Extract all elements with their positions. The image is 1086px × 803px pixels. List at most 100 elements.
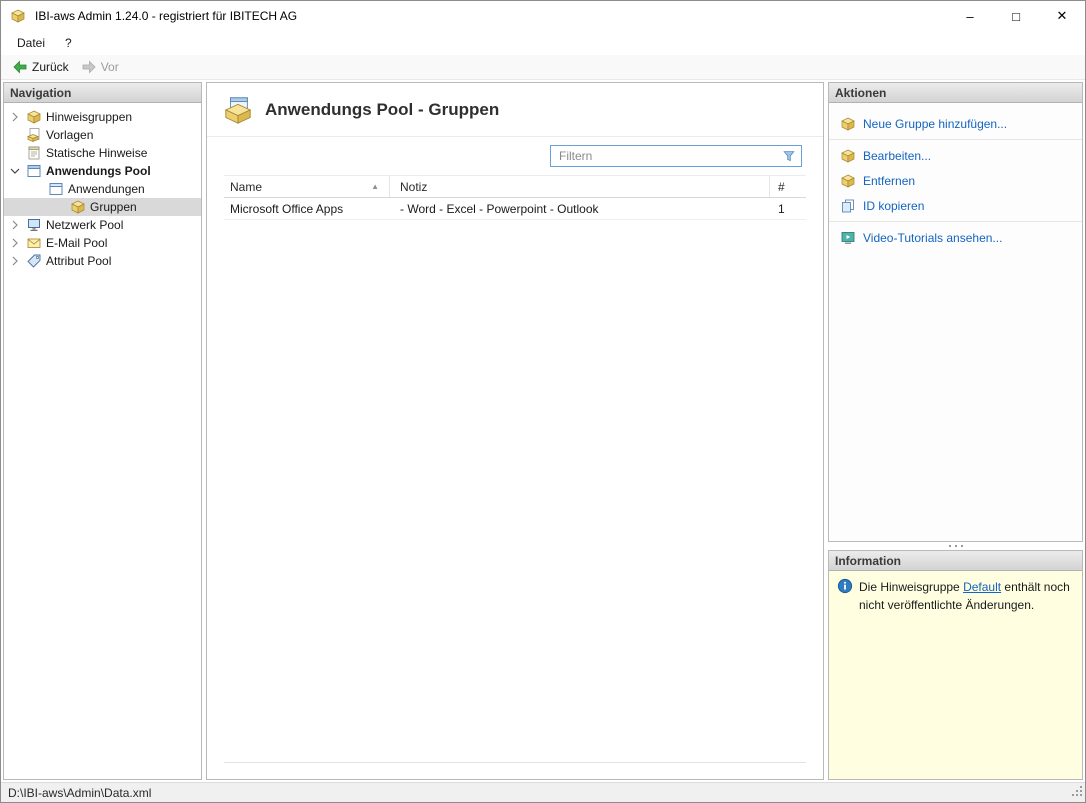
application-pool-icon [26, 163, 42, 179]
action-label: ID kopieren [863, 199, 924, 213]
attribute-pool-icon [26, 253, 42, 269]
chevron-right-icon[interactable] [8, 218, 22, 232]
maximize-button[interactable]: □ [993, 1, 1039, 31]
column-header-notiz[interactable]: Notiz [390, 176, 770, 197]
forward-arrow-icon [81, 59, 97, 75]
statusbar: D:\IBI-aws\Admin\Data.xml [1, 782, 1085, 802]
forward-button-label: Vor [101, 60, 119, 74]
column-header-label: # [778, 180, 785, 194]
action-video-tutorials[interactable]: Video-Tutorials ansehen... [829, 225, 1082, 250]
panel-splitter[interactable] [828, 542, 1083, 550]
menu-help[interactable]: ? [55, 31, 82, 55]
main-header: Anwendungs Pool - Gruppen [207, 83, 823, 137]
filter-box [550, 145, 802, 167]
nav-item-vorlagen[interactable]: Vorlagen [4, 126, 201, 144]
nav-item-label: Gruppen [90, 200, 137, 214]
forward-button[interactable]: Vor [75, 57, 125, 77]
actions-list: Neue Gruppe hinzufügen... Bearbeiten... [829, 103, 1082, 541]
filter-funnel-icon[interactable] [782, 149, 796, 163]
table-empty-area [224, 220, 806, 762]
actions-panel: Aktionen Neue Gruppe hinzufügen... [828, 82, 1083, 542]
chevron-right-icon[interactable] [8, 236, 22, 250]
applications-icon [48, 181, 64, 197]
email-pool-icon [26, 235, 42, 251]
information-header: Information [829, 551, 1082, 571]
chevron-right-icon[interactable] [8, 110, 22, 124]
actions-header: Aktionen [829, 83, 1082, 103]
nav-item-label: E-Mail Pool [46, 236, 107, 250]
splitter-dots-icon [946, 544, 966, 548]
action-label: Neue Gruppe hinzufügen... [863, 117, 1007, 131]
close-button[interactable]: ✕ [1039, 1, 1085, 31]
window-controls: – □ ✕ [947, 1, 1085, 31]
info-icon [837, 578, 853, 594]
nav-item-label: Netzwerk Pool [46, 218, 123, 232]
group-remove-icon [840, 173, 856, 189]
notice-group-icon [26, 109, 42, 125]
group-add-icon [840, 116, 856, 132]
nav-item-label: Anwendungs Pool [46, 164, 151, 178]
information-panel: Information Die Hinweisgruppe Default en… [828, 550, 1083, 780]
information-message: Die Hinweisgruppe Default enthält noch n… [859, 578, 1074, 614]
separator [829, 221, 1082, 222]
resize-grip[interactable] [1071, 785, 1084, 801]
nav-item-email-pool[interactable]: E-Mail Pool [4, 234, 201, 252]
menu-datei[interactable]: Datei [7, 31, 55, 55]
template-icon [26, 127, 42, 143]
nav-item-statische-hinweise[interactable]: Statische Hinweise [4, 144, 201, 162]
nav-item-anwendungen[interactable]: Anwendungen [4, 180, 201, 198]
chevron-right-icon[interactable] [8, 254, 22, 268]
statusbar-path: D:\IBI-aws\Admin\Data.xml [8, 786, 151, 800]
nav-item-hinweisgruppen[interactable]: Hinweisgruppen [4, 108, 201, 126]
sort-ascending-icon: ▲ [371, 182, 379, 191]
action-add-group[interactable]: Neue Gruppe hinzufügen... [829, 111, 1082, 136]
toolbar: Zurück Vor [1, 55, 1085, 80]
column-header-count[interactable]: # [770, 176, 806, 197]
nav-item-label: Vorlagen [46, 128, 93, 142]
content-area: Navigation Hinweisgruppen [1, 80, 1085, 782]
action-label: Bearbeiten... [863, 149, 931, 163]
window-title: IBI-aws Admin 1.24.0 - registriert für I… [35, 9, 297, 23]
group-edit-icon [840, 148, 856, 164]
information-body: Die Hinweisgruppe Default enthält noch n… [829, 571, 1082, 779]
page-title: Anwendungs Pool - Gruppen [265, 100, 499, 120]
group-page-icon [223, 95, 253, 125]
nav-item-attribut-pool[interactable]: Attribut Pool [4, 252, 201, 270]
default-group-link[interactable]: Default [963, 580, 1001, 594]
nav-item-label: Hinweisgruppen [46, 110, 132, 124]
nav-item-label: Statische Hinweise [46, 146, 147, 160]
column-header-name[interactable]: Name ▲ [224, 176, 390, 197]
titlebar: IBI-aws Admin 1.24.0 - registriert für I… [1, 1, 1085, 31]
back-button[interactable]: Zurück [6, 57, 75, 77]
table-row[interactable]: Microsoft Office Apps - Word - Excel - P… [224, 198, 806, 220]
minimize-button[interactable]: – [947, 1, 993, 31]
back-button-label: Zurück [32, 60, 69, 74]
app-logo-icon [10, 8, 26, 24]
filter-input[interactable] [551, 146, 782, 166]
action-remove-group[interactable]: Entfernen [829, 168, 1082, 193]
main-panel: Anwendungs Pool - Gruppen Name ▲ [206, 82, 824, 780]
nav-item-netzwerk-pool[interactable]: Netzwerk Pool [4, 216, 201, 234]
navigation-header: Navigation [4, 83, 201, 103]
nav-item-gruppen[interactable]: Gruppen [4, 198, 201, 216]
video-icon [840, 230, 856, 246]
action-copy-id[interactable]: ID kopieren [829, 193, 1082, 218]
nav-item-anwendungs-pool[interactable]: Anwendungs Pool [4, 162, 201, 180]
static-notice-icon [26, 145, 42, 161]
nav-item-label: Attribut Pool [46, 254, 111, 268]
filter-row [207, 137, 823, 173]
app-window: IBI-aws Admin 1.24.0 - registriert für I… [0, 0, 1086, 803]
action-label: Video-Tutorials ansehen... [863, 231, 1002, 245]
action-label: Entfernen [863, 174, 915, 188]
cell-name: Microsoft Office Apps [224, 198, 390, 219]
back-arrow-icon [12, 59, 28, 75]
navigation-panel: Navigation Hinweisgruppen [3, 82, 202, 780]
cell-notiz: - Word - Excel - Powerpoint - Outlook [390, 198, 770, 219]
action-edit-group[interactable]: Bearbeiten... [829, 143, 1082, 168]
menubar: Datei ? [1, 31, 1085, 55]
groups-table: Name ▲ Notiz # Microsoft Office Apps - W… [224, 175, 806, 763]
table-header-row: Name ▲ Notiz # [224, 175, 806, 198]
chevron-down-icon[interactable] [8, 164, 22, 178]
group-icon [70, 199, 86, 215]
right-column: Aktionen Neue Gruppe hinzufügen... [828, 82, 1083, 780]
